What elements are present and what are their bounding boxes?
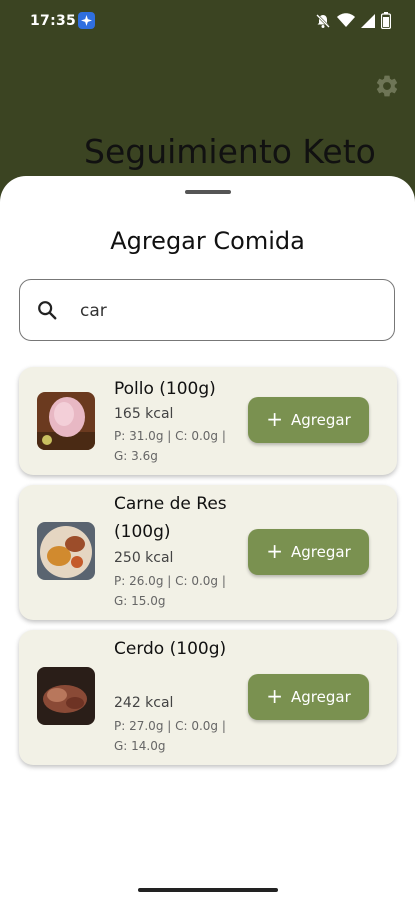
status-icons [315,12,391,29]
drag-handle[interactable] [185,190,231,194]
app-title: Seguimiento Keto [84,132,376,171]
food-name: Cerdo (100g) [114,639,227,659]
plus-icon: + [266,684,284,708]
food-kcal: 250 kcal [114,550,174,566]
add-button-label: Agregar [291,543,351,561]
add-button-label: Agregar [291,688,351,706]
food-image-carne-de-res [37,522,95,580]
search-icon [38,301,57,320]
food-image-pollo [37,392,95,450]
add-button-carne-de-res[interactable]: + Agregar [248,529,369,575]
food-macros: P: 27.0g | C: 0.0g | G: 14.0g [114,719,226,753]
food-macros: P: 31.0g | C: 0.0g | G: 3.6g [114,429,226,463]
search-field[interactable] [19,279,395,341]
add-food-sheet: Agregar Comida Pollo (100g) 165 kcal P: … [0,176,415,890]
food-kcal: 165 kcal [114,406,174,422]
add-button-label: Agregar [291,411,351,429]
status-bar: 17:35 [0,0,415,44]
home-gesture-handle[interactable] [138,888,278,892]
app-notification-icon [78,12,95,29]
add-button-cerdo[interactable]: + Agregar [248,674,369,720]
gear-icon[interactable] [374,73,400,99]
wifi-icon [337,13,355,27]
gesture-nav-bar [0,882,415,900]
mute-icon [316,13,330,28]
food-card-pollo: Pollo (100g) 165 kcal P: 31.0g | C: 0.0g… [19,367,397,475]
food-card-carne-de-res: Carne de Res (100g) 250 kcal P: 26.0g | … [19,485,397,620]
food-name: Carne de Res (100g) [114,494,227,542]
signal-icon [361,13,375,28]
plus-icon: + [266,539,284,563]
add-button-pollo[interactable]: + Agregar [248,397,369,443]
search-input[interactable] [78,294,382,328]
food-name: Pollo (100g) [114,379,216,399]
food-macros: P: 26.0g | C: 0.0g | G: 15.0g [114,574,226,608]
battery-icon [381,12,391,29]
food-image-cerdo [37,667,95,725]
sheet-title: Agregar Comida [110,227,305,255]
plus-icon: + [266,407,284,431]
food-card-cerdo: Cerdo (100g) 242 kcal P: 27.0g | C: 0.0g… [19,630,397,765]
food-kcal: 242 kcal [114,695,174,711]
status-time: 17:35 [30,13,77,29]
